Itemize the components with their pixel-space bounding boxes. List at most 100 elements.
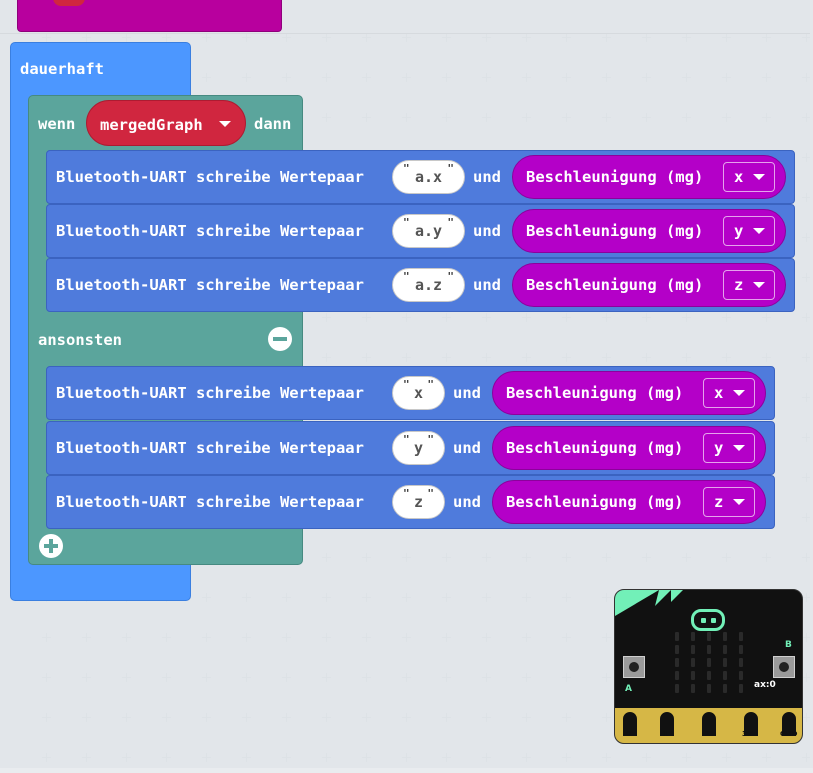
name-string-value: a.y bbox=[414, 222, 443, 240]
name-string-input[interactable]: " y " bbox=[392, 431, 445, 465]
acceleration-reporter[interactable]: Beschleunigung (mg) y bbox=[492, 426, 766, 470]
grid-marker bbox=[442, 313, 451, 322]
grid-marker bbox=[82, 673, 91, 682]
led bbox=[723, 684, 727, 693]
grid-marker bbox=[602, 593, 611, 602]
grid-marker bbox=[482, 593, 491, 602]
name-string-input[interactable]: " a.z " bbox=[392, 268, 465, 302]
led bbox=[691, 671, 695, 680]
grid-marker bbox=[322, 353, 331, 362]
acceleration-reporter[interactable]: Beschleunigung (mg) x bbox=[512, 155, 786, 199]
bluetooth-write-value-block[interactable]: Bluetooth-UART schreibe Wertepaar " a.x " un… bbox=[46, 150, 795, 204]
grid-marker bbox=[282, 73, 291, 82]
acceleration-label: Beschleunigung (mg) bbox=[506, 384, 684, 402]
grid-marker bbox=[162, 673, 171, 682]
name-string-input[interactable]: " a.y " bbox=[392, 214, 465, 248]
grid-marker bbox=[642, 353, 651, 362]
grid-marker bbox=[602, 673, 611, 682]
grid-marker bbox=[522, 633, 531, 642]
grid-marker bbox=[202, 673, 211, 682]
grid-marker bbox=[602, 353, 611, 362]
axis-dropdown[interactable]: z bbox=[703, 487, 755, 517]
purple-block-partial[interactable] bbox=[17, 0, 282, 32]
grid-marker bbox=[722, 313, 731, 322]
grid-marker bbox=[162, 753, 171, 762]
bluetooth-write-value-block[interactable]: Bluetooth-UART schreibe Wertepaar " z " und B… bbox=[46, 475, 775, 529]
grid-marker bbox=[362, 593, 371, 602]
axis-dropdown[interactable]: z bbox=[723, 270, 775, 300]
grid-marker bbox=[362, 33, 371, 42]
acceleration-label: Beschleunigung (mg) bbox=[526, 276, 704, 294]
grid-marker bbox=[442, 73, 451, 82]
axis-dropdown[interactable]: x bbox=[723, 162, 775, 192]
button-a[interactable] bbox=[623, 656, 645, 678]
button-a-label: A bbox=[625, 684, 632, 694]
chevron-down-icon bbox=[753, 174, 765, 180]
microbit-corner-decoration bbox=[615, 590, 683, 616]
sensor-readout: ax:0 bbox=[754, 680, 776, 690]
grid-marker bbox=[442, 113, 451, 122]
grid-marker bbox=[322, 73, 331, 82]
grid-marker bbox=[562, 73, 571, 82]
axis-dropdown[interactable]: x bbox=[703, 378, 755, 408]
grid-marker bbox=[282, 33, 291, 42]
grid-marker bbox=[242, 753, 251, 762]
microbit-simulator[interactable]: A B ax:0 0 1 2 3V GND bbox=[614, 589, 803, 744]
led bbox=[707, 632, 711, 641]
grid-marker bbox=[602, 33, 611, 42]
divider bbox=[0, 768, 813, 773]
bluetooth-write-value-block[interactable]: Bluetooth-UART schreibe Wertepaar " y " und B… bbox=[46, 421, 775, 475]
grid-marker bbox=[402, 313, 411, 322]
if-label: wenn bbox=[38, 115, 76, 133]
grid-marker bbox=[642, 553, 651, 562]
grid-marker bbox=[322, 673, 331, 682]
block-label: Bluetooth-UART schreibe Wertepaar bbox=[56, 168, 364, 186]
grid-marker bbox=[122, 713, 131, 722]
led bbox=[691, 658, 695, 667]
name-string-value: z bbox=[413, 493, 424, 511]
acceleration-reporter[interactable]: Beschleunigung (mg) x bbox=[492, 371, 766, 415]
name-string-input[interactable]: " z " bbox=[392, 485, 445, 519]
grid-marker bbox=[322, 313, 331, 322]
then-label: dann bbox=[254, 115, 292, 133]
grid-marker bbox=[602, 553, 611, 562]
grid-marker bbox=[442, 593, 451, 602]
grid-marker bbox=[42, 33, 51, 42]
grid-marker bbox=[442, 633, 451, 642]
axis-dropdown[interactable]: y bbox=[723, 216, 775, 246]
grid-marker bbox=[122, 753, 131, 762]
grid-marker bbox=[362, 633, 371, 642]
acceleration-reporter[interactable]: Beschleunigung (mg) z bbox=[512, 263, 786, 307]
axis-value: z bbox=[714, 493, 724, 511]
button-b[interactable] bbox=[773, 656, 795, 678]
acceleration-reporter[interactable]: Beschleunigung (mg) y bbox=[512, 209, 786, 253]
open-quote: " bbox=[403, 270, 410, 283]
bluetooth-write-value-block[interactable]: Bluetooth-UART schreibe Wertepaar " a.z " un… bbox=[46, 258, 795, 312]
remove-else-button[interactable] bbox=[268, 327, 292, 351]
grid-marker bbox=[642, 753, 651, 762]
grid-marker bbox=[282, 753, 291, 762]
condition-variable-dropdown[interactable]: mergedGraph bbox=[86, 100, 246, 146]
name-string-value: x bbox=[413, 384, 424, 402]
close-quote: " bbox=[427, 378, 434, 391]
grid-marker bbox=[402, 673, 411, 682]
led bbox=[691, 684, 695, 693]
grid-marker bbox=[242, 673, 251, 682]
led bbox=[675, 645, 679, 654]
block-label: Bluetooth-UART schreibe Wertepaar bbox=[56, 384, 364, 402]
grid-marker bbox=[522, 713, 531, 722]
grid-marker bbox=[562, 113, 571, 122]
grid-marker bbox=[642, 73, 651, 82]
grid-marker bbox=[442, 553, 451, 562]
bluetooth-write-value-block[interactable]: Bluetooth-UART schreibe Wertepaar " x " und B… bbox=[46, 366, 775, 420]
led bbox=[675, 658, 679, 667]
axis-dropdown[interactable]: y bbox=[703, 433, 755, 463]
bluetooth-write-value-block[interactable]: Bluetooth-UART schreibe Wertepaar " a.y " un… bbox=[46, 204, 795, 258]
grid-marker bbox=[602, 633, 611, 642]
add-else-if-button[interactable] bbox=[39, 534, 63, 558]
acceleration-reporter[interactable]: Beschleunigung (mg) z bbox=[492, 480, 766, 524]
name-string-input[interactable]: " x " bbox=[392, 376, 445, 410]
grid-marker bbox=[282, 713, 291, 722]
grid-marker bbox=[682, 353, 691, 362]
name-string-input[interactable]: " a.x " bbox=[392, 160, 465, 194]
